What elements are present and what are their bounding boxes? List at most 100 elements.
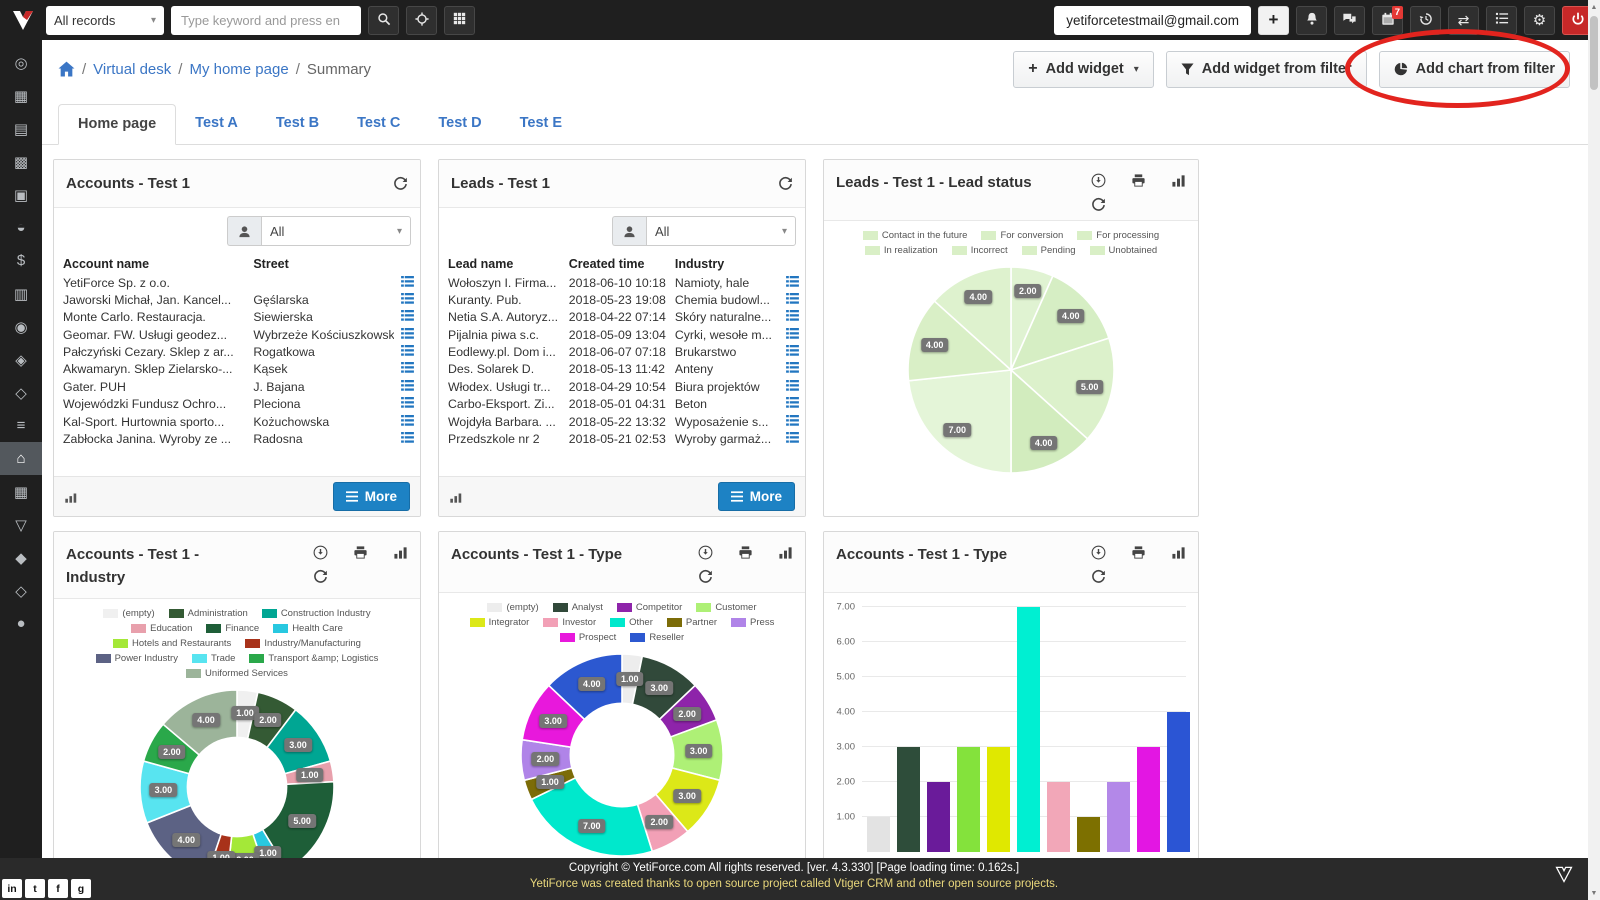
sidebar-item-companies[interactable]: ▦ [0, 79, 42, 112]
more-button[interactable]: More [332, 482, 410, 511]
locate-button[interactable] [406, 5, 437, 35]
breadcrumb-my-home-page[interactable]: My home page [189, 61, 288, 78]
sidebar-item-products[interactable]: ▩ [0, 145, 42, 178]
legend-item[interactable]: Education [131, 623, 192, 634]
legend-item[interactable]: Integrator [469, 617, 529, 628]
records-dropdown[interactable]: All records ▾ [46, 5, 164, 35]
sidebar-item-dashboard[interactable]: ◎ [0, 46, 42, 79]
account-row[interactable]: Zabłocka Janina. Wyroby ze ... Radosna [54, 430, 420, 447]
account-row[interactable]: Gater. PUH J. Bajana [54, 378, 420, 395]
row-list-icon[interactable] [394, 326, 420, 343]
scrollbar-thumb[interactable] [1590, 16, 1598, 90]
bar-Integrator[interactable] [987, 747, 1010, 852]
user-email[interactable]: yetiforcetestmail@gmail.com [1054, 5, 1251, 35]
add-chart-from-filter-button[interactable]: Add chart from filter [1378, 50, 1570, 88]
quick-create-button[interactable]: + [1258, 5, 1289, 35]
sidebar-item-label[interactable]: ◇ [0, 574, 42, 607]
legend-item[interactable]: For processing [1077, 230, 1159, 241]
lead-row[interactable]: Carbo-Eksport. Zi... 2018-05-01 04:31 Beto… [439, 396, 805, 413]
sidebar-item-projects[interactable]: ▣ [0, 178, 42, 211]
mini-chart-icon[interactable] [449, 490, 463, 504]
add-widget-button[interactable]: + Add widget ▾ [1013, 50, 1154, 88]
bar-Partner[interactable] [1077, 817, 1100, 852]
row-list-icon[interactable] [779, 361, 805, 378]
messages-button[interactable] [1334, 5, 1365, 35]
legend-item[interactable]: Press [731, 617, 774, 628]
lead-row[interactable]: Wołoszyn I. Firma... 2018-06-10 10:18 Nami… [439, 274, 805, 291]
tasks-button[interactable] [1486, 5, 1517, 35]
notifications-button[interactable] [1296, 5, 1327, 35]
account-row[interactable]: YetiForce Sp. z o.o. [54, 274, 420, 291]
legend-item[interactable]: Trade [191, 653, 235, 664]
download-icon[interactable] [1091, 545, 1106, 560]
sidebar-item-marketing[interactable]: ▥ [0, 277, 42, 310]
sidebar-item-contacts[interactable]: ◈ [0, 343, 42, 376]
row-list-icon[interactable] [394, 378, 420, 395]
legend-item[interactable]: Analyst [552, 602, 603, 613]
chart-type-icon[interactable] [1171, 173, 1186, 188]
bar-Reseller[interactable] [1167, 712, 1190, 852]
bar-(empty)[interactable] [867, 817, 890, 852]
download-icon[interactable] [1091, 173, 1106, 188]
sidebar-item-database[interactable]: ≡ [0, 409, 42, 442]
legend-item[interactable]: Transport &amp; Logistics [249, 653, 378, 664]
scroll-up-arrow[interactable]: ▲ [1588, 0, 1600, 14]
sidebar-item-tag[interactable]: ◆ [0, 541, 42, 574]
print-icon[interactable] [738, 545, 753, 560]
scroll-down-arrow[interactable]: ▼ [1588, 886, 1600, 900]
legend-item[interactable]: Health Care [273, 623, 343, 634]
tab-test-b[interactable]: Test B [257, 104, 338, 144]
refresh-icon[interactable] [1091, 197, 1106, 212]
legend-item[interactable]: Uniformed Services [186, 668, 288, 679]
row-list-icon[interactable] [779, 292, 805, 309]
account-row[interactable]: Monte Carlo. Restauracja. Siewierska [54, 309, 420, 326]
tab-test-a[interactable]: Test A [176, 104, 257, 144]
search-input[interactable] [171, 5, 361, 35]
refresh-icon[interactable] [778, 176, 793, 191]
github-icon[interactable]: g [71, 879, 91, 898]
account-row[interactable]: Akwamaryn. Sklep Zielarsko-... Kąsek [54, 361, 420, 378]
bar-Prospect[interactable] [1137, 747, 1160, 852]
row-list-icon[interactable] [394, 430, 420, 447]
lead-row[interactable]: Pijalnia piwa s.c. 2018-05-09 13:04 Cyrki,… [439, 326, 805, 343]
row-list-icon[interactable] [779, 430, 805, 447]
bar-Other[interactable] [1017, 607, 1040, 852]
lead-row[interactable]: Des. Solarek D. 2018-05-13 11:42 Anteny [439, 361, 805, 378]
lead-row[interactable]: Włodex. Usługi tr... 2018-04-29 10:54 Biur… [439, 378, 805, 395]
add-widget-from-filter-button[interactable]: Add widget from filter [1165, 50, 1367, 88]
chart-type-icon[interactable] [778, 545, 793, 560]
owner-filter[interactable]: All ▾ [227, 216, 411, 247]
row-list-icon[interactable] [779, 413, 805, 430]
sidebar-item-campaigns[interactable]: ▤ [0, 112, 42, 145]
tab-test-c[interactable]: Test C [338, 104, 419, 144]
sidebar-item-home[interactable]: ⌂ [0, 442, 42, 475]
sidebar-item-permissions[interactable]: ◇ [0, 376, 42, 409]
legend-item[interactable]: For conversion [981, 230, 1063, 241]
refresh-icon[interactable] [698, 569, 713, 584]
legend-item[interactable]: Administration [168, 608, 248, 619]
sidebar-item-profile[interactable]: ● [0, 607, 42, 640]
account-row[interactable]: Jaworski Michał, Jan. Kancel... Gęślarska [54, 292, 420, 309]
search-button[interactable] [368, 5, 399, 35]
legend-item[interactable]: Incorrect [951, 245, 1008, 256]
tab-home-page[interactable]: Home page [58, 104, 177, 145]
legend-item[interactable]: Industry/Manufacturing [245, 638, 361, 649]
chart-type-icon[interactable] [1171, 545, 1186, 560]
sidebar-item-filter[interactable]: ▽ [0, 508, 42, 541]
legend-item[interactable]: (empty) [487, 602, 539, 613]
bar-Customer[interactable] [957, 747, 980, 852]
row-list-icon[interactable] [779, 378, 805, 395]
owner-filter[interactable]: All ▾ [612, 216, 796, 247]
sidebar-item-security[interactable]: ◉ [0, 310, 42, 343]
download-icon[interactable] [698, 545, 713, 560]
legend-item[interactable]: Other [610, 617, 653, 628]
print-icon[interactable] [353, 545, 368, 560]
linkedin-icon[interactable]: in [2, 879, 22, 898]
legend-item[interactable]: Investor [543, 617, 596, 628]
facebook-icon[interactable]: f [48, 879, 68, 898]
print-icon[interactable] [1131, 173, 1146, 188]
row-list-icon[interactable] [394, 274, 420, 291]
bar-Press[interactable] [1107, 782, 1130, 852]
row-list-icon[interactable] [779, 274, 805, 291]
row-list-icon[interactable] [779, 326, 805, 343]
